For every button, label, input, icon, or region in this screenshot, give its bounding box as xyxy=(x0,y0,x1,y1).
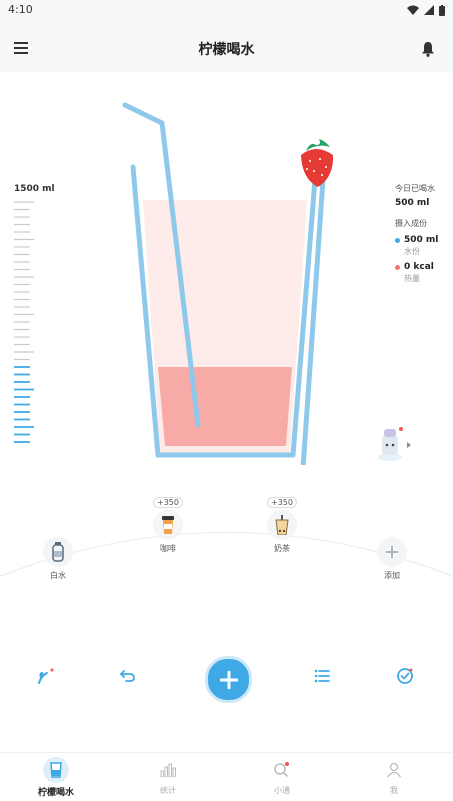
drink-label: 咖啡 xyxy=(160,544,176,553)
drink-label: 奶茶 xyxy=(274,544,290,553)
tab-label: 统计 xyxy=(160,786,176,795)
add-water-button[interactable] xyxy=(205,656,252,703)
water-value: 500 ml xyxy=(404,235,439,245)
battery-icon xyxy=(439,4,445,16)
undo-button[interactable] xyxy=(116,664,140,688)
search-icon xyxy=(274,762,289,777)
kcal-dot xyxy=(395,264,400,270)
undo-icon xyxy=(120,670,135,682)
signal-icon xyxy=(424,5,434,15)
drink-label: 白水 xyxy=(50,571,66,580)
tab-discover[interactable]: 小通 xyxy=(247,759,317,796)
glass-illustration[interactable] xyxy=(110,95,350,465)
water-level-scale xyxy=(14,201,34,443)
mascot-icon[interactable] xyxy=(374,425,414,465)
drink-item-add[interactable]: 添加 xyxy=(362,537,422,581)
drink-item-water[interactable]: 白水 xyxy=(28,537,88,581)
cup-icon xyxy=(43,757,69,783)
bottom-tab-bar: 柠檬喝水 统计 小通 我 xyxy=(0,752,453,801)
page-title: 柠檬喝水 xyxy=(198,42,255,58)
sprout-button[interactable] xyxy=(33,664,57,688)
water-dot xyxy=(395,237,400,243)
tab-me[interactable]: 我 xyxy=(359,759,429,796)
glass-liquid xyxy=(158,367,292,446)
sprout-icon xyxy=(38,668,54,684)
app-header: 柠檬喝水 xyxy=(0,22,453,72)
list-button[interactable] xyxy=(310,664,334,688)
bar-chart-icon xyxy=(160,763,176,777)
tab-label: 柠檬喝水 xyxy=(37,788,74,798)
strawberry-icon xyxy=(301,139,334,187)
plus-icon xyxy=(219,670,238,689)
list-icon xyxy=(314,669,330,683)
water-label: 水份 xyxy=(404,247,420,256)
intake-label: 摄入成份 xyxy=(395,219,427,228)
check-button[interactable] xyxy=(393,664,417,688)
milk-tea-icon xyxy=(267,510,297,540)
wifi-icon xyxy=(407,5,419,15)
status-bar: 4:10 xyxy=(0,0,453,22)
today-label: 今日已喝水 xyxy=(395,184,435,193)
bell-icon[interactable] xyxy=(421,41,435,57)
drink-item-coffee[interactable]: +350 咖啡 xyxy=(138,497,198,554)
tab-label: 小通 xyxy=(274,786,290,795)
tab-label: 我 xyxy=(390,786,398,795)
drink-plus-badge: +350 xyxy=(153,497,183,508)
kcal-value: 0 kcal xyxy=(404,262,434,272)
intake-panel: 今日已喝水 500 ml 摄入成份 500 ml 水份 0 kcal 热量 xyxy=(395,183,453,284)
status-time: 4:10 xyxy=(8,3,33,16)
today-value: 500 ml xyxy=(395,198,430,208)
check-circle-icon xyxy=(397,668,413,684)
water-bottle-icon xyxy=(43,537,73,567)
drink-item-milk-tea[interactable]: +350 奶茶 xyxy=(252,497,312,554)
kcal-label: 热量 xyxy=(404,274,420,283)
coffee-cup-icon xyxy=(153,510,183,540)
drink-plus-badge: +350 xyxy=(267,497,297,508)
status-icons xyxy=(407,3,445,17)
plus-icon xyxy=(377,537,407,567)
user-icon xyxy=(386,762,402,778)
scale-max-label: 1500 ml xyxy=(14,184,55,194)
drink-label: 添加 xyxy=(384,571,400,580)
tab-home[interactable]: 柠檬喝水 xyxy=(21,757,91,798)
tab-stats[interactable]: 统计 xyxy=(133,759,203,796)
